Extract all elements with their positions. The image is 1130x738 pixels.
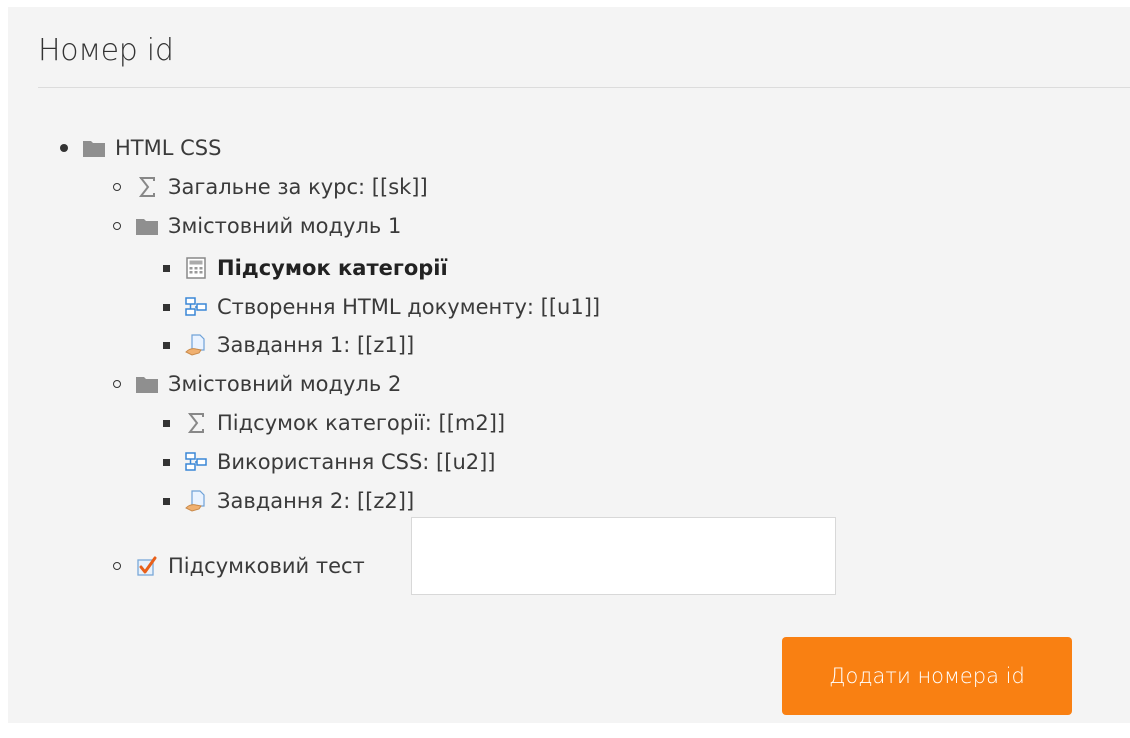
tree-item-task-z1: Завдання 1: [[z1]] bbox=[163, 327, 414, 363]
final-test-id-input[interactable] bbox=[411, 517, 836, 595]
quiz-checkmark-icon bbox=[135, 554, 159, 578]
course-label: HTML CSS bbox=[115, 136, 222, 160]
tree-item-course-total: Загальне за курс: [[sk]] bbox=[113, 169, 428, 205]
assignment-icon bbox=[184, 450, 208, 474]
calculator-icon bbox=[184, 256, 208, 280]
title-divider bbox=[38, 87, 1130, 88]
tree-item-module-2-total: Підсумок категорії: [[m2]] bbox=[163, 405, 505, 441]
assignment-icon bbox=[184, 295, 208, 319]
sigma-icon bbox=[184, 411, 208, 435]
module-2-label: Змістовний модуль 2 bbox=[168, 372, 402, 396]
folder-icon bbox=[82, 136, 106, 160]
folder-icon bbox=[135, 372, 159, 396]
tree-item-module-1: Змістовний модуль 1 bbox=[113, 208, 401, 244]
tree-item-final-test: Підсумковий тест bbox=[113, 548, 365, 584]
hand-document-icon bbox=[184, 333, 208, 357]
module-2-total-label: Підсумок категорії: [[m2]] bbox=[217, 411, 506, 435]
tree-item-assignment-u2: Використання CSS: [[u2]] bbox=[163, 444, 496, 480]
tree-item-course: HTML CSS bbox=[60, 130, 221, 166]
tree-item-task-z2: Завдання 2: [[z2]] bbox=[163, 483, 414, 519]
page-title: Номер id bbox=[38, 33, 174, 68]
tree-item-module-2: Змістовний модуль 2 bbox=[113, 366, 401, 402]
assignment-u1-label: Створення HTML документу: [[u1]] bbox=[217, 295, 601, 319]
id-numbers-panel: Номер id HTML CSS Загальне за курс: [[sk… bbox=[8, 7, 1130, 723]
tree-item-module-1-total: Підсумок категорії bbox=[163, 250, 448, 286]
hand-document-icon bbox=[184, 489, 208, 513]
tree-item-assignment-u1: Створення HTML документу: [[u1]] bbox=[163, 289, 600, 325]
sigma-icon bbox=[135, 175, 159, 199]
module-1-total-label: Підсумок категорії bbox=[217, 256, 448, 280]
folder-icon bbox=[135, 214, 159, 238]
module-1-label: Змістовний модуль 1 bbox=[168, 214, 402, 238]
task-z2-label: Завдання 2: [[z2]] bbox=[217, 489, 415, 513]
task-z1-label: Завдання 1: [[z1]] bbox=[217, 333, 415, 357]
assignment-u2-label: Використання CSS: [[u2]] bbox=[217, 450, 496, 474]
final-test-label: Підсумковий тест bbox=[168, 554, 365, 578]
add-id-numbers-button[interactable]: Додати номера id bbox=[782, 637, 1072, 715]
course-total-label: Загальне за курс: [[sk]] bbox=[168, 175, 428, 199]
